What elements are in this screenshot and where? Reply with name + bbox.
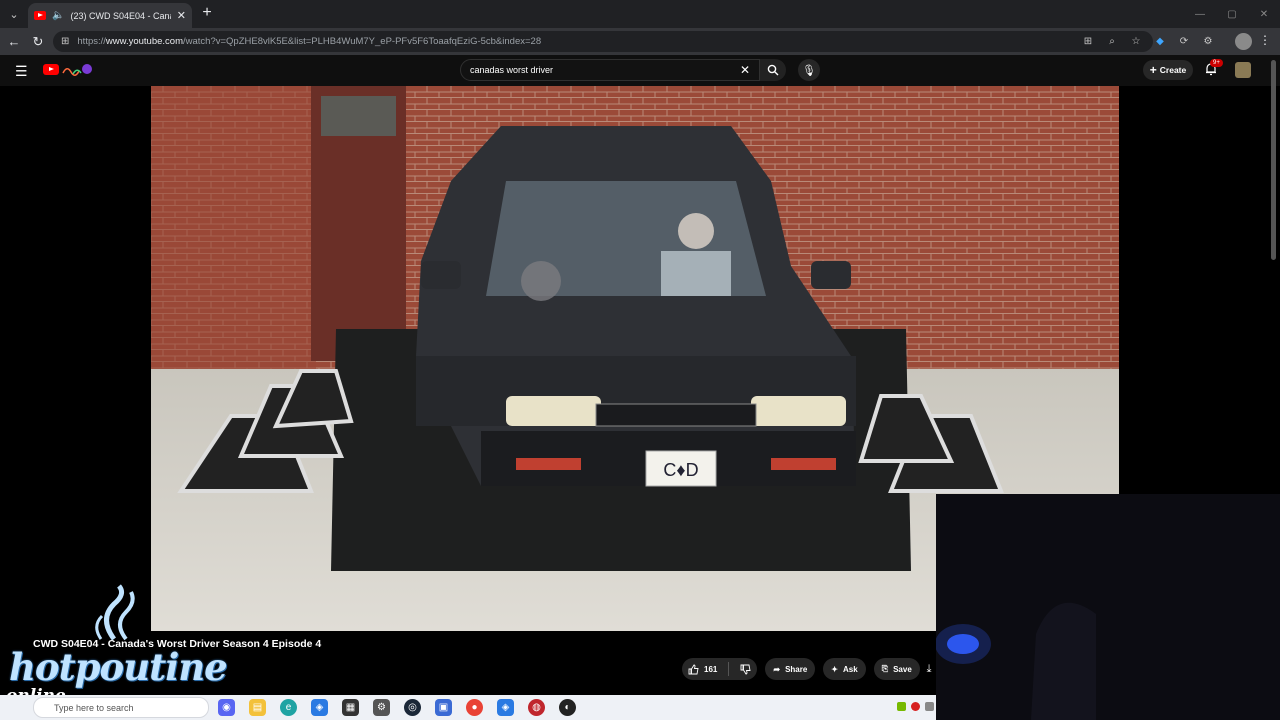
extension-icon[interactable]: ◆ — [1152, 34, 1168, 50]
youtube-favicon — [34, 11, 46, 20]
webcam-overlay — [936, 494, 1280, 720]
search-icon — [767, 64, 779, 76]
create-button[interactable]: + Create — [1143, 60, 1193, 80]
plate-text: C♦D — [663, 460, 698, 480]
url-path: /watch?v=QpZHE8vlK5E&list=PLHB4WuM7Y_eP-… — [183, 36, 542, 47]
dislike-icon[interactable] — [740, 664, 751, 675]
speaker-icon[interactable]: 🔈 — [52, 10, 64, 21]
zoom-icon[interactable]: ⌕ — [1104, 34, 1120, 50]
ask-label: Ask — [843, 664, 858, 674]
app-icon-blue-2[interactable]: ◈ — [497, 699, 514, 716]
reload-icon[interactable]: ↻ — [26, 28, 50, 55]
refresh-extension-icon[interactable]: ⟳ — [1176, 34, 1192, 50]
ask-icon: ✦ — [831, 664, 838, 674]
taskbar: Type here to search ◉ ▤ e ◈ ▦ ⚙ ◎ ▣ ● ◈ … — [0, 695, 936, 720]
window-close-icon[interactable]: ✕ — [1248, 0, 1280, 28]
plus-icon: + — [1149, 63, 1157, 77]
edge-icon[interactable]: e — [280, 699, 297, 716]
ask-button[interactable]: ✦ Ask — [823, 658, 866, 680]
app-icon-blue[interactable]: ◈ — [311, 699, 328, 716]
brick-pillar — [151, 86, 316, 376]
logo-doodle-icon — [62, 64, 92, 76]
url-field[interactable]: ⊞ https://www.youtube.com/watch?v=QpZHE8… — [53, 31, 1153, 52]
window-controls: — ▢ ✕ — [1184, 0, 1280, 28]
discord-icon[interactable]: ◉ — [218, 699, 235, 716]
save-button[interactable]: ⎘ Save — [873, 658, 920, 680]
tray-nvidia-icon[interactable] — [897, 702, 906, 711]
gear-icon[interactable]: ⚙ — [373, 699, 390, 716]
browser-menu-icon[interactable]: ⋮ — [1258, 33, 1272, 50]
url-text: https://www.youtube.com/watch?v=QpZHE8vl… — [77, 36, 541, 47]
maximize-icon[interactable]: ▢ — [1216, 0, 1248, 28]
share-button[interactable]: ➦ Share — [765, 658, 816, 680]
file-explorer-icon[interactable]: ▤ — [249, 699, 266, 716]
favorite-star-icon[interactable]: ☆ — [1128, 34, 1144, 50]
steam-icon[interactable]: ◎ — [404, 699, 421, 716]
video-actions: 161 ➦ Share ✦ Ask ⎘ Save — [682, 658, 920, 680]
save-label: Save — [893, 664, 912, 674]
minimize-icon[interactable]: — — [1184, 0, 1216, 28]
app-icon-dark[interactable]: ◐ — [559, 699, 576, 716]
site-info-icon[interactable]: ⊞ — [61, 36, 69, 47]
youtube-header: ☰ canadas worst driver ✕ 🎙 + Create 9+ — [0, 55, 1280, 86]
share-label: Share — [785, 664, 808, 674]
chrome-icon[interactable]: ● — [466, 699, 483, 716]
webcam-frame — [936, 494, 1280, 720]
tab-list-icon[interactable]: ⌄ — [0, 0, 28, 28]
taskbar-search-input[interactable]: Type here to search — [33, 697, 209, 718]
close-icon[interactable]: ✕ — [177, 9, 186, 22]
app-icon-red[interactable]: ◍ — [528, 699, 545, 716]
address-bar-row: ← ↻ ⊞ https://www.youtube.com/watch?v=Qp… — [0, 28, 1280, 55]
back-icon[interactable]: ← — [2, 28, 26, 55]
like-icon — [688, 664, 699, 674]
notification-badge: 9+ — [1210, 59, 1223, 67]
tab-title: (23) CWD S04E04 - Canada's W — [70, 10, 170, 21]
browser-tab-bar: ⌄ 🔈 (23) CWD S04E04 - Canada's W ✕ + — ▢… — [0, 0, 1280, 28]
youtube-logo[interactable] — [43, 64, 59, 75]
omnibox-icons: ⊞ ⌕ ☆ ◆ ⟳ ⚙ — [1080, 28, 1216, 55]
media-icon[interactable]: ▦ — [342, 699, 359, 716]
store-icon[interactable]: ▣ — [435, 699, 452, 716]
hamburger-icon[interactable]: ☰ — [15, 63, 28, 80]
page-scrollbar[interactable] — [1271, 60, 1276, 260]
new-tab-icon[interactable]: + — [198, 4, 216, 22]
like-divider — [728, 662, 730, 676]
account-avatar[interactable] — [1235, 62, 1251, 78]
search-input[interactable]: canadas worst driver — [460, 59, 760, 81]
like-button[interactable]: 161 — [682, 658, 758, 680]
download-icon[interactable]: ⤓ — [921, 658, 937, 680]
app-available-icon[interactable]: ⊞ — [1080, 34, 1096, 50]
save-icon: ⎘ — [881, 664, 889, 673]
profile-avatar[interactable] — [1235, 33, 1252, 50]
tray-record-icon[interactable] — [911, 702, 920, 711]
extensions-puzzle-icon[interactable]: ⚙ — [1200, 34, 1216, 50]
create-label: Create — [1159, 65, 1187, 75]
mic-icon[interactable]: 🎙 — [798, 59, 820, 81]
search-query-text: canadas worst driver — [470, 65, 554, 75]
like-count: 161 — [704, 664, 718, 674]
tray-app-icon[interactable] — [925, 702, 934, 711]
url-host: www.youtube.com — [105, 36, 183, 47]
streamer-brand-name: hotpoutine — [9, 645, 228, 689]
search-button[interactable] — [760, 59, 786, 81]
clear-search-icon[interactable]: ✕ — [740, 63, 750, 77]
browser-tab[interactable]: 🔈 (23) CWD S04E04 - Canada's W ✕ — [28, 3, 192, 28]
door-window — [321, 96, 396, 136]
url-prefix: https:// — [77, 36, 106, 47]
share-icon: ➦ — [773, 664, 781, 674]
